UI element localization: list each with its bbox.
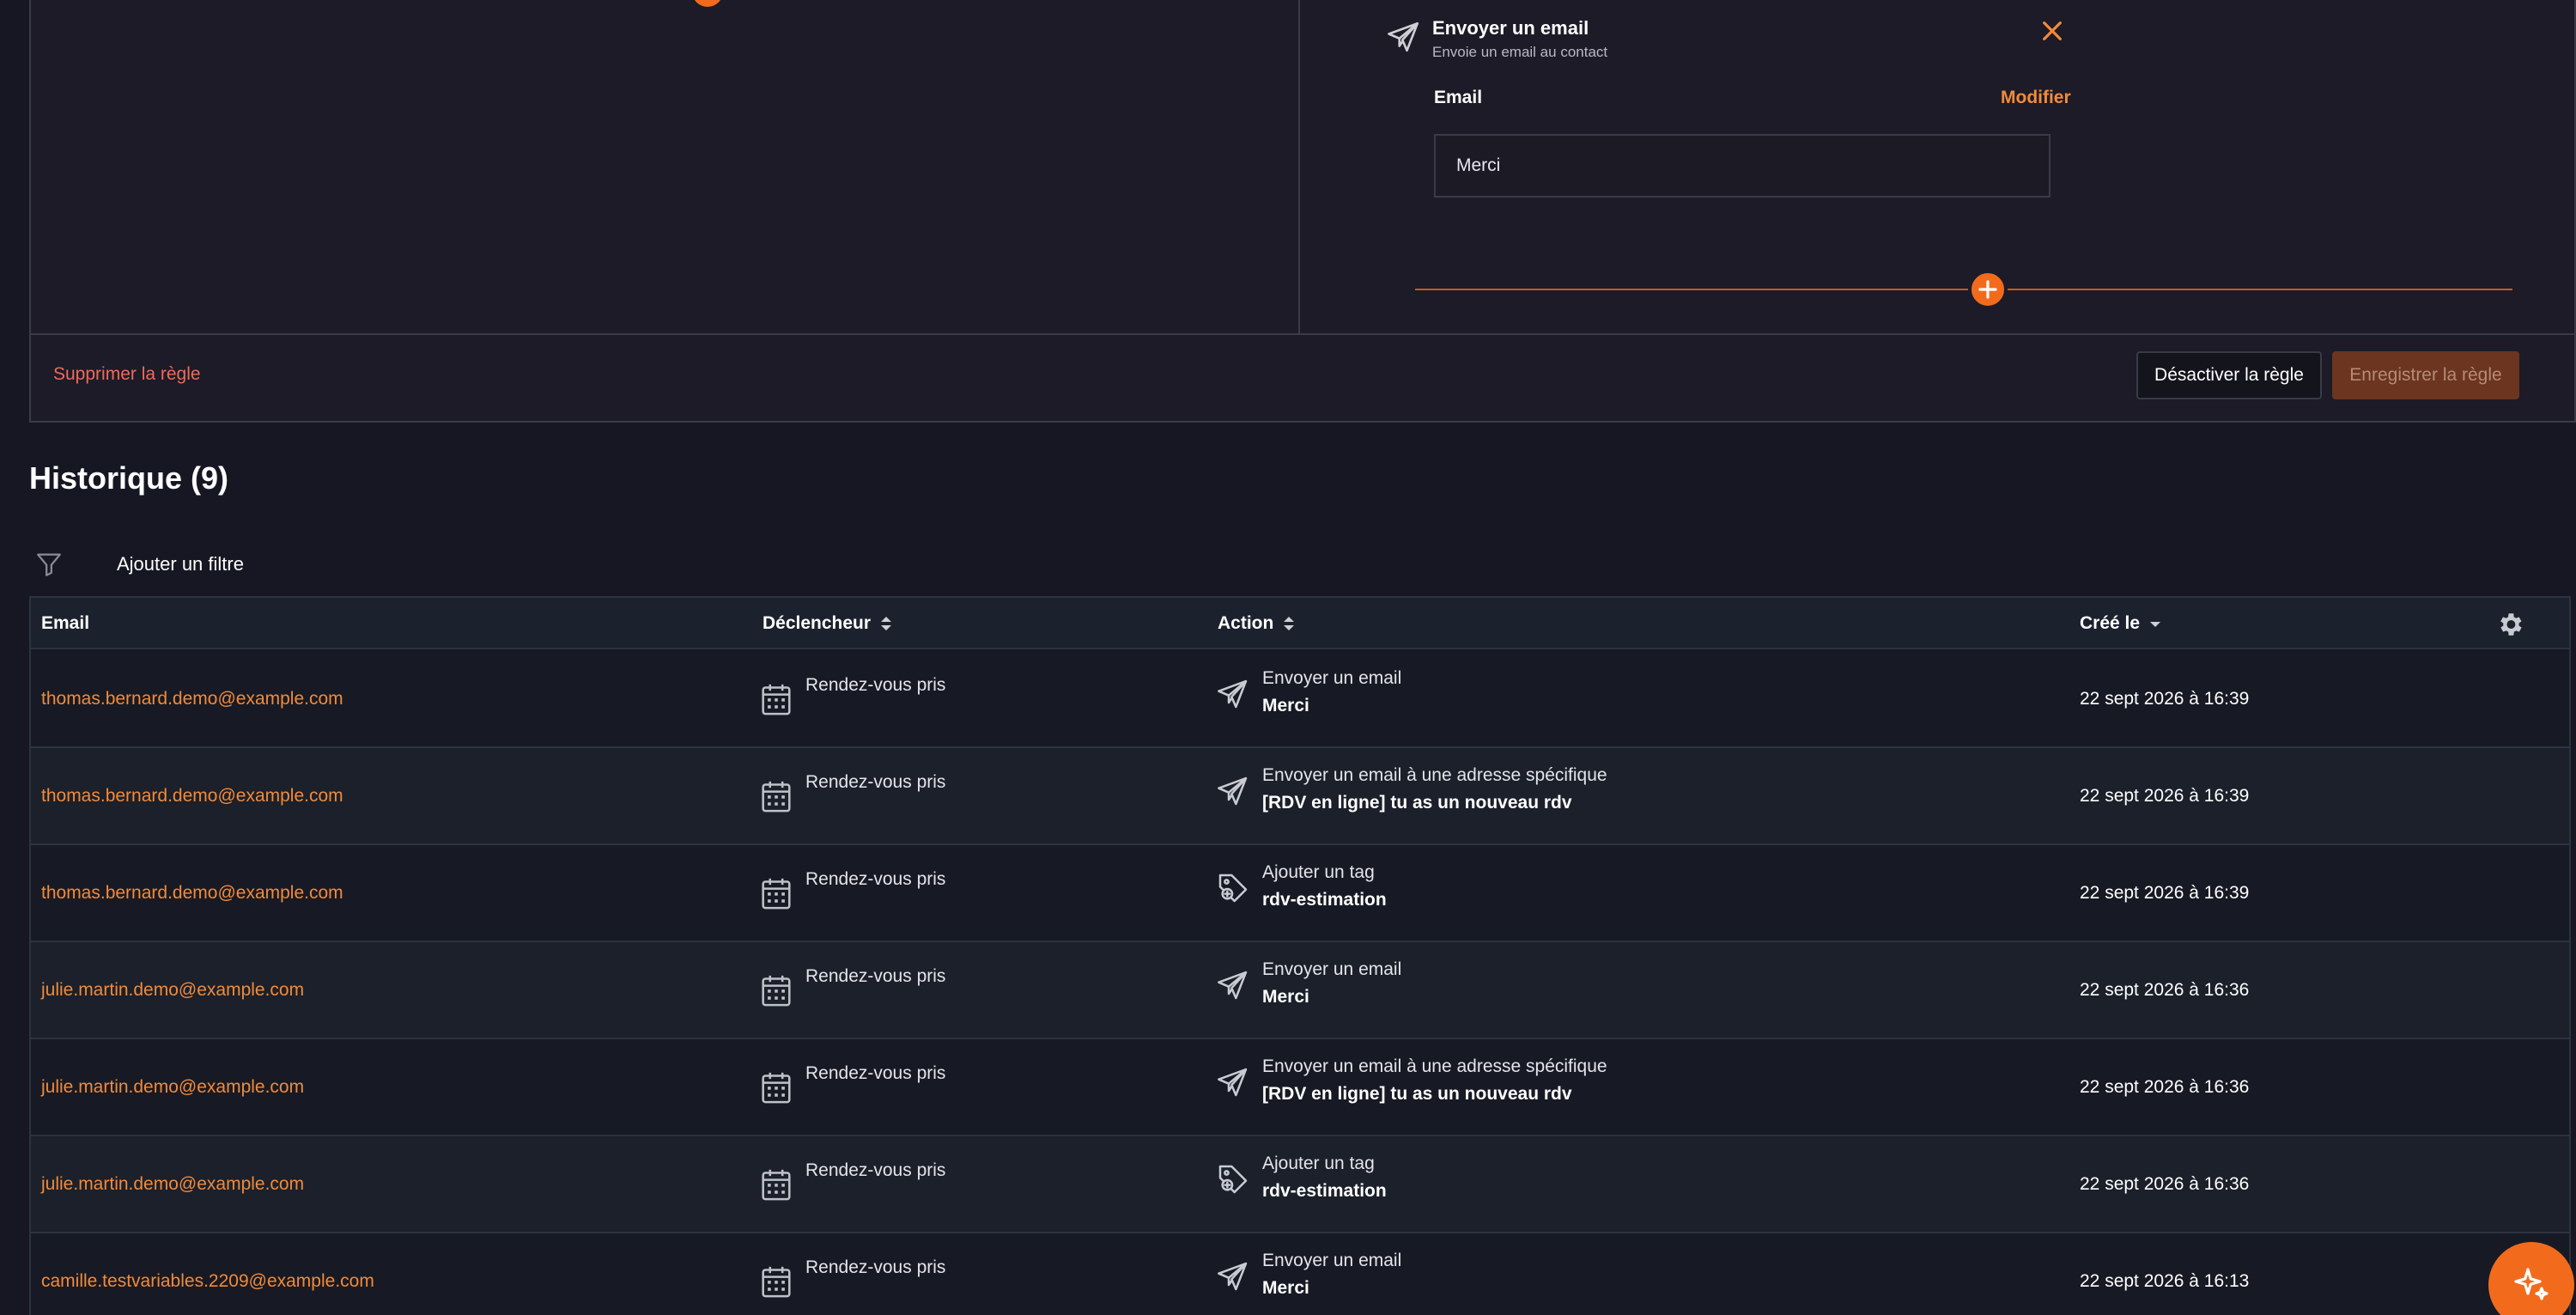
- row-action-detail: Merci: [1262, 1278, 1309, 1298]
- row-email-link[interactable]: julie.martin.demo@example.com: [41, 980, 304, 1001]
- sort-icon: [881, 617, 892, 630]
- calendar-icon: [761, 1264, 792, 1299]
- save-rule-button[interactable]: Enregistrer la règle: [2332, 351, 2519, 399]
- action-title: Envoyer un email: [1432, 17, 1589, 39]
- row-action: Envoyer un email à une adresse spécifiqu…: [1262, 765, 1607, 785]
- workflow-connector-line: [1415, 289, 2512, 290]
- plus-icon: [1978, 280, 1997, 299]
- column-header-trigger[interactable]: Déclencheur: [762, 613, 893, 634]
- table-header: Email Déclencheur Action Créé le: [31, 598, 2569, 649]
- column-header-action-label: Action: [1218, 613, 1274, 633]
- row-created-date: 22 sept 2026 à 16:39: [2080, 883, 2250, 903]
- row-email-link[interactable]: julie.martin.demo@example.com: [41, 1077, 304, 1098]
- row-action: Envoyer un email à une adresse spécifiqu…: [1262, 1056, 1607, 1076]
- column-header-trigger-label: Déclencheur: [762, 613, 872, 633]
- table-row[interactable]: julie.martin.demo@example.com Rendez-vous…: [31, 942, 2569, 1039]
- row-email-link[interactable]: julie.martin.demo@example.com: [41, 1174, 304, 1195]
- paper-plane-icon: [1216, 1259, 1250, 1294]
- calendar-icon: [761, 682, 792, 716]
- row-email-link[interactable]: camille.testvariables.2209@example.com: [41, 1271, 374, 1292]
- table-row[interactable]: thomas.bernard.demo@example.com Rendez-vo…: [31, 748, 2569, 845]
- row-created-date: 22 sept 2026 à 16:36: [2080, 980, 2250, 1000]
- modify-link[interactable]: Modifier: [2001, 88, 2071, 108]
- row-action-detail: Merci: [1262, 696, 1309, 715]
- column-header-created[interactable]: Créé le: [2080, 613, 2162, 634]
- table-row[interactable]: camille.testvariables.2209@example.com Re…: [31, 1233, 2569, 1315]
- sort-icon: [1284, 617, 1295, 630]
- email-template-field[interactable]: Merci: [1434, 134, 2050, 198]
- sparkle-icon: [2514, 1268, 2549, 1300]
- row-created-date: 22 sept 2026 à 16:39: [2080, 689, 2250, 709]
- table-row[interactable]: thomas.bernard.demo@example.com Rendez-vo…: [31, 845, 2569, 942]
- row-action: Envoyer un email: [1262, 1251, 1402, 1270]
- delete-rule-button[interactable]: Supprimer la règle: [53, 364, 201, 385]
- row-email-link[interactable]: thomas.bernard.demo@example.com: [41, 883, 343, 904]
- table-row[interactable]: thomas.bernard.demo@example.com Rendez-vo…: [31, 651, 2569, 748]
- sort-desc-icon: [2150, 622, 2161, 627]
- column-header-email: Email: [41, 613, 89, 634]
- row-trigger: Rendez-vous pris: [805, 869, 946, 889]
- calendar-icon: [761, 779, 792, 813]
- calendar-icon: [761, 1070, 792, 1105]
- add-step-button[interactable]: [1968, 270, 2008, 309]
- row-created-date: 22 sept 2026 à 16:36: [2080, 1174, 2250, 1194]
- row-created-date: 22 sept 2026 à 16:13: [2080, 1271, 2250, 1291]
- column-header-action[interactable]: Action: [1218, 613, 1296, 634]
- row-trigger: Rendez-vous pris: [805, 1160, 946, 1180]
- calendar-icon: [761, 1167, 792, 1202]
- row-trigger: Rendez-vous pris: [805, 1063, 946, 1083]
- row-trigger: Rendez-vous pris: [805, 966, 946, 986]
- row-action-detail: Merci: [1262, 987, 1309, 1007]
- workflow-canvas-right: Envoyer un email Envoie un email au cont…: [1302, 0, 2574, 333]
- workflow-canvas-left: [31, 0, 1300, 333]
- rule-editor-footer: Supprimer la règle Désactiver la règle E…: [31, 333, 2574, 421]
- history-title: Historique (9): [29, 460, 229, 496]
- table-row[interactable]: julie.martin.demo@example.com Rendez-vous…: [31, 1136, 2569, 1233]
- calendar-icon: [761, 973, 792, 1008]
- column-header-email-label: Email: [41, 613, 90, 633]
- table-row[interactable]: julie.martin.demo@example.com Rendez-vous…: [31, 1039, 2569, 1136]
- row-action-detail: [RDV en ligne] tu as un nouveau rdv: [1262, 793, 1572, 813]
- paper-plane-icon: [1216, 1065, 1250, 1099]
- close-icon[interactable]: [2038, 17, 2066, 45]
- gear-icon[interactable]: [2495, 610, 2524, 639]
- paper-plane-icon: [1386, 19, 1422, 55]
- row-created-date: 22 sept 2026 à 16:39: [2080, 786, 2250, 806]
- rule-editor-panel: Envoyer un email Envoie un email au cont…: [29, 0, 2576, 423]
- add-filter-button[interactable]: Ajouter un filtre: [117, 553, 244, 575]
- paper-plane-icon: [1216, 968, 1250, 1002]
- row-created-date: 22 sept 2026 à 16:36: [2080, 1077, 2250, 1097]
- deactivate-rule-button[interactable]: Désactiver la règle: [2136, 351, 2322, 399]
- row-action-detail: rdv-estimation: [1262, 1181, 1387, 1201]
- tag-plus-icon: [1216, 1162, 1250, 1196]
- row-action: Ajouter un tag: [1262, 1154, 1375, 1173]
- row-action-detail: rdv-estimation: [1262, 890, 1387, 910]
- row-email-link[interactable]: thomas.bernard.demo@example.com: [41, 786, 343, 807]
- row-trigger: Rendez-vous pris: [805, 772, 946, 792]
- row-action-detail: [RDV en ligne] tu as un nouveau rdv: [1262, 1084, 1572, 1104]
- row-trigger: Rendez-vous pris: [805, 1257, 946, 1277]
- paper-plane-icon: [1216, 677, 1250, 711]
- calendar-icon: [761, 876, 792, 910]
- history-table: Email Déclencheur Action Créé le thomas.: [29, 596, 2571, 1315]
- column-header-created-label: Créé le: [2080, 613, 2141, 633]
- add-step-button-top[interactable]: [692, 0, 723, 7]
- row-trigger: Rendez-vous pris: [805, 675, 946, 695]
- action-subtitle: Envoie un email au contact: [1432, 44, 1608, 60]
- row-action: Ajouter un tag: [1262, 862, 1375, 882]
- paper-plane-icon: [1216, 774, 1250, 808]
- email-field-label: Email: [1434, 88, 1483, 107]
- row-action: Envoyer un email: [1262, 668, 1402, 688]
- row-action: Envoyer un email: [1262, 959, 1402, 979]
- tag-plus-icon: [1216, 871, 1250, 905]
- row-email-link[interactable]: thomas.bernard.demo@example.com: [41, 689, 343, 709]
- filter-icon[interactable]: [34, 550, 64, 579]
